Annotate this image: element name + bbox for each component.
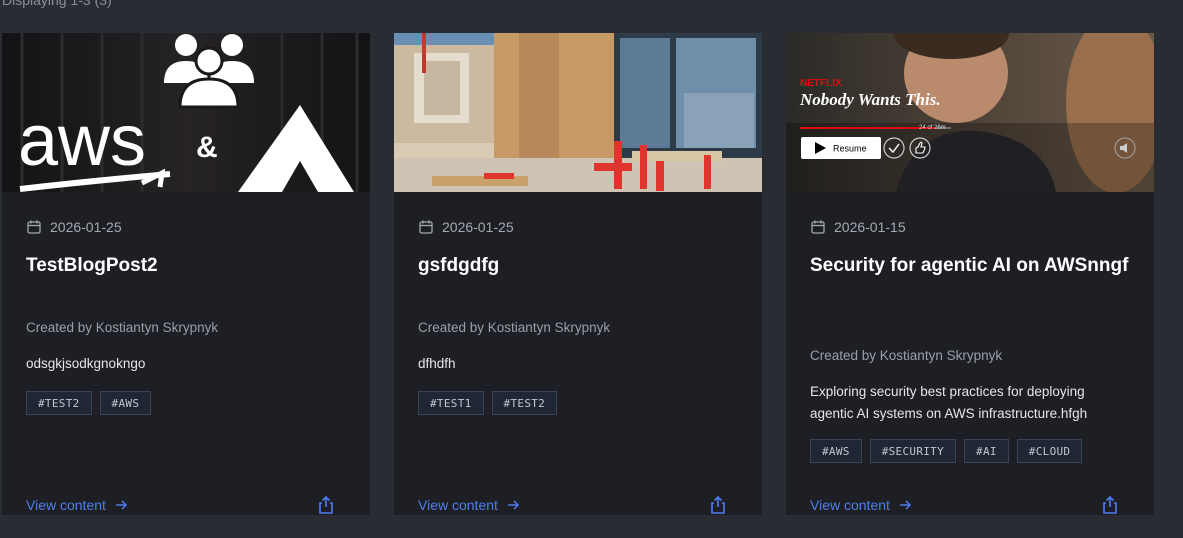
post-date: 2026-01-15 <box>834 219 906 235</box>
netflix-brand-text: NETFLIX <box>800 78 842 89</box>
post-author: Created by Kostiantyn Skrypnyk <box>810 348 1003 363</box>
share-icon <box>711 495 725 514</box>
post-author: Created by Kostiantyn Skrypnyk <box>26 320 219 335</box>
card-thumbnail[interactable] <box>394 33 762 192</box>
ampersand-text: & <box>196 131 218 164</box>
post-description: odsgkjsodkgnokngo <box>26 356 146 371</box>
arrow-right-icon <box>899 500 911 510</box>
tag-list: #AWS #SECURITY #AI #CLOUD <box>810 439 1083 463</box>
share-button[interactable] <box>1099 494 1121 515</box>
blog-card: NETFLIX Nobody Wants This. 24 of 26m Res… <box>786 33 1154 515</box>
tag-badge[interactable]: #TEST2 <box>491 391 558 415</box>
blog-card: aws & 2026-01-25 TestBlogPost2 Created b… <box>2 33 370 515</box>
tag-badge[interactable]: #AI <box>964 439 1009 463</box>
view-content-link[interactable]: View content <box>810 497 912 513</box>
resume-label: Resume <box>833 144 867 154</box>
post-description: dfhdfh <box>418 356 456 371</box>
view-content-link[interactable]: View content <box>418 497 520 513</box>
card-thumbnail[interactable]: aws & <box>2 33 370 192</box>
tag-list: #TEST1 #TEST2 <box>418 391 558 415</box>
tag-badge[interactable]: #CLOUD <box>1016 439 1083 463</box>
arrow-right-icon <box>507 500 519 510</box>
post-title[interactable]: TestBlogPost2 <box>26 252 346 280</box>
share-icon <box>1103 495 1117 514</box>
show-title-text: Nobody Wants This. <box>799 90 941 109</box>
tag-badge[interactable]: #TEST1 <box>418 391 484 415</box>
displaying-count: Displaying 1-3 (3) <box>2 0 112 8</box>
aws-logo-text: aws <box>18 101 146 181</box>
tag-badge[interactable]: #AWS <box>810 439 862 463</box>
post-title[interactable]: gsfdgdfg <box>418 252 738 280</box>
tag-list: #TEST2 #AWS <box>26 391 152 415</box>
share-icon <box>319 495 333 514</box>
share-button[interactable] <box>707 494 729 515</box>
share-button[interactable] <box>315 494 337 515</box>
tag-badge[interactable]: #TEST2 <box>26 391 92 415</box>
tag-badge[interactable]: #AWS <box>99 391 152 415</box>
post-date: 2026-01-25 <box>50 219 122 235</box>
tag-badge[interactable]: #SECURITY <box>869 439 957 463</box>
post-date: 2026-01-25 <box>442 219 514 235</box>
view-content-label: View content <box>418 497 498 513</box>
calendar-icon <box>419 220 433 234</box>
calendar-icon <box>811 220 825 234</box>
card-thumbnail[interactable]: NETFLIX Nobody Wants This. 24 of 26m Res… <box>786 33 1154 192</box>
arrow-right-icon <box>115 500 127 510</box>
post-description: Exploring security best practices for de… <box>810 384 1088 421</box>
calendar-icon <box>27 220 41 234</box>
view-content-label: View content <box>810 497 890 513</box>
resume-button[interactable]: Resume <box>801 137 881 159</box>
post-title[interactable]: Security for agentic AI on AWSnngf <box>810 252 1130 280</box>
progress-text: 24 of 26m <box>919 125 946 131</box>
view-content-label: View content <box>26 497 106 513</box>
post-author: Created by Kostiantyn Skrypnyk <box>418 320 611 335</box>
blog-card: 2026-01-25 gsfdgdfg Created by Kostianty… <box>394 33 762 515</box>
view-content-link[interactable]: View content <box>26 497 128 513</box>
